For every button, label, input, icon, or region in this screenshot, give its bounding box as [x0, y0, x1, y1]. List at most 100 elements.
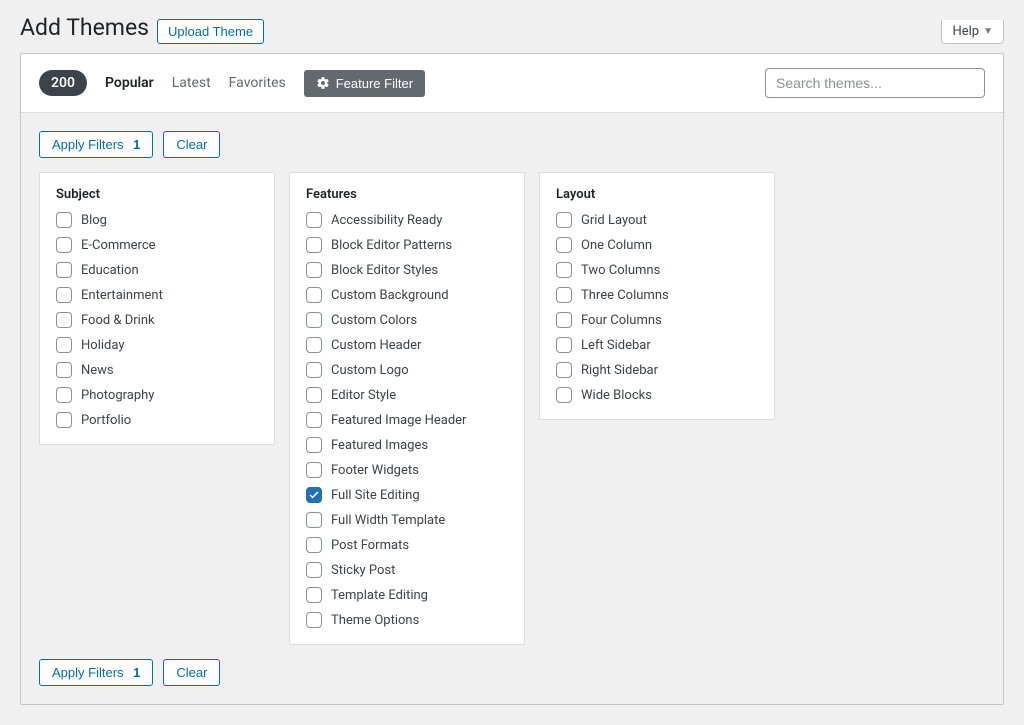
checkbox-icon [306, 587, 322, 603]
filter-checkbox[interactable]: Right Sidebar [556, 362, 758, 378]
filter-checkbox[interactable]: Theme Options [306, 612, 508, 628]
apply-filters-button-bottom[interactable]: Apply Filters 1 [39, 659, 153, 686]
filter-checkbox[interactable]: News [56, 362, 258, 378]
filter-checkbox[interactable]: Wide Blocks [556, 387, 758, 403]
checkbox-icon [556, 337, 572, 353]
filter-checkbox[interactable]: Education [56, 262, 258, 278]
filter-checkbox[interactable]: One Column [556, 237, 758, 253]
checkbox-icon [56, 362, 72, 378]
checkbox-icon [306, 487, 322, 503]
theme-count-pill: 200 [39, 70, 87, 96]
filter-checkbox[interactable]: Food & Drink [56, 312, 258, 328]
filter-checkbox[interactable]: Full Site Editing [306, 487, 508, 503]
filter-checkbox[interactable]: Grid Layout [556, 212, 758, 228]
clear-filters-button-bottom[interactable]: Clear [163, 659, 220, 686]
checkbox-icon [306, 462, 322, 478]
filter-checkbox[interactable]: Portfolio [56, 412, 258, 428]
filter-checkbox-label: Full Site Editing [331, 488, 420, 503]
filter-checkbox-label: Custom Logo [331, 363, 409, 378]
filter-checkbox-label: Right Sidebar [581, 363, 658, 378]
filter-checkbox-label: Entertainment [81, 288, 163, 303]
checkbox-icon [306, 512, 322, 528]
filter-group-layout: Layout Grid Layout One Column Two Columns Th… [539, 172, 775, 420]
checkbox-icon [56, 212, 72, 228]
filter-checkbox[interactable]: Four Columns [556, 312, 758, 328]
filter-checkbox-label: Footer Widgets [331, 463, 419, 478]
filter-checkbox[interactable]: Footer Widgets [306, 462, 508, 478]
filter-checkbox[interactable]: Holiday [56, 337, 258, 353]
filter-checkbox[interactable]: Photography [56, 387, 258, 403]
checkbox-icon [56, 387, 72, 403]
checkbox-icon [306, 537, 322, 553]
filter-checkbox[interactable]: Three Columns [556, 287, 758, 303]
checkbox-icon [56, 412, 72, 428]
filter-checkbox[interactable]: Post Formats [306, 537, 508, 553]
checkbox-icon [306, 612, 322, 628]
apply-filters-count: 1 [133, 137, 140, 152]
checkbox-icon [556, 387, 572, 403]
filter-checkbox[interactable]: Featured Images [306, 437, 508, 453]
apply-filters-label: Apply Filters [52, 665, 124, 680]
themes-panel: 200 Popular Latest Favorites Feature Filte… [20, 53, 1004, 705]
filter-checkbox-label: Template Editing [331, 588, 428, 603]
filter-checkbox[interactable]: Sticky Post [306, 562, 508, 578]
filter-checkbox[interactable]: Accessibility Ready [306, 212, 508, 228]
filter-checkbox-label: Three Columns [581, 288, 669, 303]
filter-checkbox-label: Custom Colors [331, 313, 417, 328]
upload-theme-button[interactable]: Upload Theme [157, 19, 264, 44]
filter-checkbox-label: Custom Header [331, 338, 421, 353]
filter-checkbox-label: Block Editor Patterns [331, 238, 452, 253]
filter-checkbox[interactable]: Blog [56, 212, 258, 228]
filter-checkbox[interactable]: E-Commerce [56, 237, 258, 253]
checkbox-icon [306, 362, 322, 378]
filter-checkbox-label: Left Sidebar [581, 338, 651, 353]
filter-checkbox-label: Post Formats [331, 538, 409, 553]
checkbox-icon [306, 562, 322, 578]
filter-checkbox-label: Editor Style [331, 388, 396, 403]
feature-filter-button[interactable]: Feature Filter [304, 70, 425, 97]
filter-group-title: Subject [56, 187, 258, 202]
tab-latest[interactable]: Latest [172, 75, 211, 91]
filter-checkbox[interactable]: Custom Logo [306, 362, 508, 378]
apply-filters-count: 1 [133, 665, 140, 680]
search-input[interactable] [765, 68, 985, 98]
filter-checkbox[interactable]: Entertainment [56, 287, 258, 303]
filter-checkbox-label: Food & Drink [81, 313, 155, 328]
apply-filters-label: Apply Filters [52, 137, 124, 152]
filter-checkbox[interactable]: Left Sidebar [556, 337, 758, 353]
gear-icon [316, 76, 330, 90]
filter-checkbox[interactable]: Two Columns [556, 262, 758, 278]
page-title: Add Themes [20, 14, 149, 41]
filter-checkbox[interactable]: Custom Colors [306, 312, 508, 328]
help-label: Help [952, 24, 979, 39]
filter-group-title: Layout [556, 187, 758, 202]
filter-checkbox[interactable]: Custom Header [306, 337, 508, 353]
filter-checkbox-label: Sticky Post [331, 563, 395, 578]
apply-filters-button[interactable]: Apply Filters 1 [39, 131, 153, 158]
filter-checkbox[interactable]: Block Editor Patterns [306, 237, 508, 253]
filter-checkbox[interactable]: Editor Style [306, 387, 508, 403]
filter-checkbox[interactable]: Featured Image Header [306, 412, 508, 428]
filter-checkbox[interactable]: Custom Background [306, 287, 508, 303]
help-tab[interactable]: Help ▼ [941, 20, 1004, 44]
filter-checkbox-label: Featured Images [331, 438, 428, 453]
filter-checkbox-label: Grid Layout [581, 213, 647, 228]
filter-checkbox-label: Education [81, 263, 139, 278]
checkbox-icon [306, 337, 322, 353]
checkbox-icon [556, 237, 572, 253]
clear-filters-button[interactable]: Clear [163, 131, 220, 158]
checkbox-icon [306, 312, 322, 328]
filter-checkbox-label: Custom Background [331, 288, 449, 303]
checkbox-icon [56, 262, 72, 278]
filter-checkbox-label: Featured Image Header [331, 413, 466, 428]
filter-checkbox[interactable]: Template Editing [306, 587, 508, 603]
filter-checkbox-label: Photography [81, 388, 154, 403]
filter-bar: 200 Popular Latest Favorites Feature Filte… [21, 54, 1003, 113]
filter-checkbox[interactable]: Block Editor Styles [306, 262, 508, 278]
filter-checkbox[interactable]: Full Width Template [306, 512, 508, 528]
filter-checkbox-label: Portfolio [81, 413, 131, 428]
tab-favorites[interactable]: Favorites [229, 75, 286, 91]
checkbox-icon [56, 287, 72, 303]
tab-popular[interactable]: Popular [105, 75, 154, 91]
checkbox-icon [556, 262, 572, 278]
